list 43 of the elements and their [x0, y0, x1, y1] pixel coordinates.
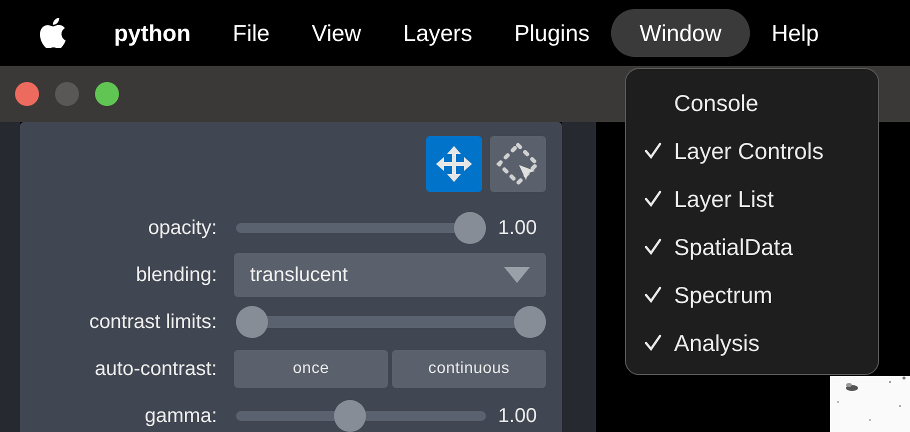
close-window-button[interactable]: [15, 82, 39, 106]
slider-handle[interactable]: [236, 306, 268, 338]
menu-option-label: SpatialData: [674, 232, 793, 262]
menu-option[interactable]: Layer Controls: [626, 127, 878, 175]
menu-option[interactable]: Analysis: [626, 319, 878, 367]
slider-handle[interactable]: [514, 306, 546, 338]
menu-item[interactable]: Window: [610, 9, 750, 57]
menu-option[interactable]: SpatialData: [626, 223, 878, 271]
menu-option-label: Layer List: [674, 184, 774, 214]
menu-option[interactable]: Console: [626, 79, 878, 127]
tool-button[interactable]: [426, 136, 482, 192]
menu-option-label: Analysis: [674, 328, 760, 358]
slider-value: 1.00: [498, 404, 538, 428]
apple-logo-icon[interactable]: [40, 18, 66, 48]
menu-item[interactable]: Help: [750, 9, 840, 57]
menu-item[interactable]: View: [290, 9, 382, 57]
dropdown-value: translucent: [250, 262, 348, 288]
dropdown-arrow-icon: [504, 266, 530, 282]
control-label: gamma:: [144, 404, 217, 428]
menu-item[interactable]: Layers: [382, 9, 494, 57]
menu-option[interactable]: Layer List: [626, 175, 878, 223]
auto-contrast-button[interactable]: continuous: [392, 350, 546, 388]
menu-item[interactable]: File: [212, 9, 291, 57]
zoom-window-button[interactable]: [95, 82, 119, 106]
slider-handle[interactable]: [334, 400, 366, 432]
menu-option-label: Console: [674, 88, 758, 118]
slider-handle[interactable]: [454, 212, 486, 244]
range-slider[interactable]: [234, 304, 546, 338]
blending-dropdown[interactable]: translucent: [234, 252, 546, 296]
menu-item[interactable]: python: [93, 9, 212, 57]
control-label: contrast limits:: [88, 310, 217, 334]
menu-item[interactable]: Plugins: [493, 9, 611, 57]
control-label: auto-contrast:: [94, 356, 217, 382]
control-label: blending:: [134, 262, 217, 288]
menu-option-label: Layer Controls: [674, 136, 824, 166]
menu-option[interactable]: Spectrum: [626, 271, 878, 319]
control-label: opacity:: [147, 216, 217, 240]
minimize-window-button[interactable]: [55, 82, 79, 106]
move-arrows-icon: [434, 144, 474, 184]
slider-value: 1.00: [498, 216, 538, 240]
menu-option-label: Spectrum: [674, 280, 772, 310]
tool-button[interactable]: [490, 136, 546, 192]
auto-contrast-button[interactable]: once: [234, 350, 388, 388]
